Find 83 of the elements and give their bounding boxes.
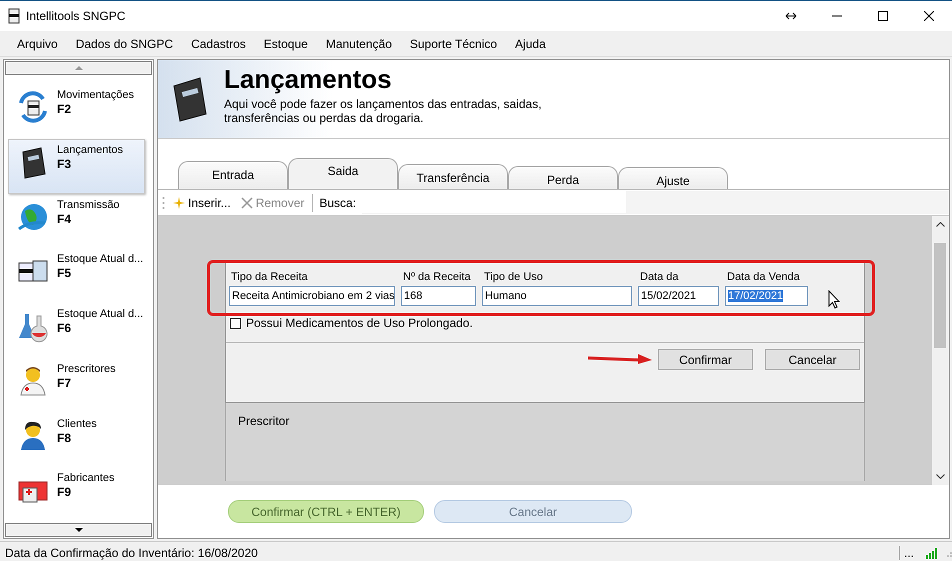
input-field[interactable]: Humano [482, 286, 632, 306]
caret-down-icon [74, 528, 82, 532]
menu-item[interactable]: Estoque [254, 36, 317, 50]
sidebar-item[interactable]: Estoque Atual d... F6 [8, 303, 145, 358]
scrollbar-thumb[interactable] [934, 243, 946, 348]
status-text: Data da Confirmação do Inventário: 16/08/2020 [5, 546, 259, 560]
checkbox-label: Possui Medicamentos de Uso Prolongado. [246, 316, 473, 330]
dialog-button[interactable]: Confirmar [658, 349, 753, 370]
arrow-icon [588, 354, 652, 364]
page-title: Lançamentos [224, 64, 393, 95]
status-more[interactable]: ... [899, 546, 922, 560]
field-value: 15/02/2021 [641, 290, 696, 302]
shortcut-key: F3 [57, 156, 124, 171]
tab[interactable]: Saida [288, 158, 398, 189]
menu-item[interactable]: Arquivo [8, 36, 67, 50]
item-label: Lançamentos [57, 144, 124, 156]
field-label: Data da Venda [726, 271, 801, 283]
sidebar-item[interactable]: Fabricantes F9 [8, 467, 145, 522]
close-icon [240, 196, 253, 208]
close-icon[interactable] [924, 11, 934, 21]
window-title: Intellitools SNGPC [26, 9, 126, 23]
item-label: Transmissão [57, 198, 120, 210]
shortcut-key: F8 [57, 430, 97, 444]
item-label: Prescritores [57, 362, 116, 375]
shortcut-key: F9 [57, 485, 114, 500]
menu-item[interactable]: Ajuda [506, 36, 555, 50]
shortcut-key: F6 [57, 321, 144, 335]
menu-item[interactable]: Manutenção [316, 36, 401, 50]
resize-icon[interactable] [785, 12, 797, 20]
maximize-icon[interactable] [878, 11, 888, 21]
cancel-button[interactable]: Cancelar [434, 500, 632, 523]
app-icon [8, 8, 20, 24]
sidebar-item[interactable]: Movimentações F2 [8, 84, 145, 139]
item-label: Clientes [57, 418, 97, 430]
menu-item[interactable]: Dados do SNGPC [66, 36, 182, 50]
field-value: 168 [404, 290, 422, 302]
field-value: Humano [485, 290, 527, 302]
checkbox[interactable] [230, 318, 241, 328]
field-value: 17/02/2021 [728, 290, 784, 302]
tab[interactable]: Transferência [398, 164, 508, 189]
tab[interactable]: Perda [508, 166, 618, 189]
menu-item[interactable]: Suporte Técnico [400, 36, 506, 50]
sidebar-item[interactable]: Lançamentos F3 [8, 138, 145, 194]
tab[interactable]: Ajuste [618, 167, 728, 189]
shortcut-key: F4 [57, 212, 120, 226]
sidebar-item[interactable]: Estoque Atual d... F5 [8, 248, 145, 303]
field-label: Data da [639, 271, 680, 283]
input-field[interactable]: 168 [401, 286, 476, 306]
field-value: Receita Antimicrobiano em 2 vias [232, 290, 395, 302]
input-field[interactable]: 15/02/2021 [638, 286, 719, 306]
confirm-button[interactable]: Confirmar (CTRL + ENTER) [228, 500, 424, 523]
sidebar-item[interactable]: Clientes F8 [8, 412, 145, 468]
shortcut-key: F2 [57, 102, 134, 116]
insert-button[interactable]: Inserir... [171, 196, 233, 210]
sidebar-item[interactable]: Transmissão F4 [8, 194, 145, 248]
tab[interactable]: Entrada [178, 161, 288, 189]
field-label: Tipo de Uso [483, 271, 544, 283]
grip-icon [162, 196, 165, 210]
chevron-up-icon[interactable] [936, 222, 945, 227]
chevron-down-icon[interactable] [936, 474, 945, 479]
menu-item[interactable]: Cadastros [182, 36, 255, 50]
item-label: Movimentações [57, 89, 134, 101]
signal-icon [926, 547, 940, 559]
section-label: Prescritor [238, 414, 290, 428]
dialog-button[interactable]: Cancelar [765, 349, 860, 370]
field-label: Nº da Receita [402, 271, 472, 283]
item-label: Fabricantes [57, 472, 114, 484]
caret-up-icon [74, 66, 82, 70]
item-label: Estoque Atual d... [57, 253, 144, 266]
field-label: Tipo da Receita [230, 271, 309, 283]
input-field[interactable]: Receita Antimicrobiano em 2 vias [229, 286, 395, 306]
input-field[interactable]: 17/02/2021 [725, 286, 808, 306]
shortcut-key: F5 [57, 266, 144, 280]
search-label: Busca: [319, 196, 356, 210]
sidebar-item[interactable]: Prescritores F7 [8, 358, 145, 412]
scroll-up-button[interactable] [5, 61, 152, 75]
item-label: Estoque Atual d... [57, 308, 144, 320]
shortcut-key: F7 [57, 376, 116, 390]
cursor-icon [828, 290, 840, 309]
sparkle-icon [173, 196, 185, 208]
search-field[interactable] [362, 191, 626, 213]
scroll-down-button[interactable] [5, 523, 152, 537]
page-description: Aqui você pode fazer os lançamentos das entradas, saidas, transferências ou perdas da drogaria. [224, 97, 543, 125]
